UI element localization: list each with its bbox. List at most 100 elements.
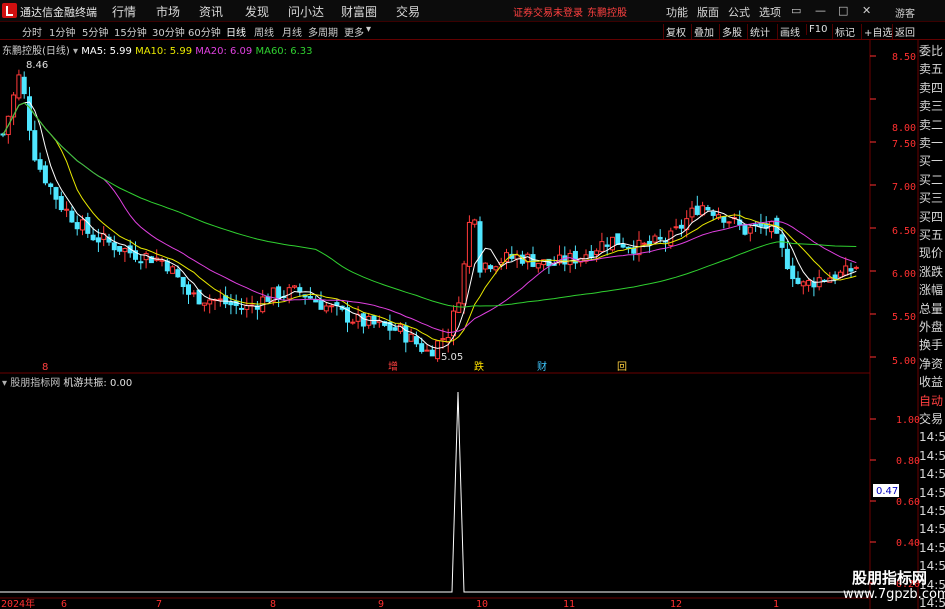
tool-function[interactable]: 功能 bbox=[666, 4, 688, 20]
candle-down bbox=[53, 187, 59, 200]
candle-down bbox=[795, 277, 801, 284]
candle-up bbox=[482, 262, 488, 270]
candle-down bbox=[694, 205, 700, 215]
tab-monthly[interactable]: 月线 bbox=[282, 24, 302, 39]
menu-item-trade[interactable]: 交易 bbox=[396, 3, 420, 20]
legend-settings-icon[interactable]: ▾ bbox=[73, 46, 78, 57]
tab-intraday[interactable]: 分时 bbox=[22, 24, 42, 39]
minimize-icon[interactable]: — bbox=[815, 4, 826, 17]
sub-chart-legend: ▾ 股朋指标网 机游共振: 0.00 bbox=[2, 374, 132, 389]
tab-60min[interactable]: 60分钟 bbox=[188, 24, 221, 39]
tool-mark[interactable]: 标记 bbox=[832, 24, 857, 39]
price-tick: 5.00 bbox=[892, 356, 916, 367]
candle-up bbox=[440, 338, 446, 341]
tool-statistics[interactable]: 统计 bbox=[747, 24, 772, 39]
candle-up bbox=[726, 221, 732, 224]
candle-down bbox=[615, 233, 621, 245]
menu-item-market[interactable]: 市场 bbox=[156, 3, 180, 20]
tab-multi-period[interactable]: 多周期 bbox=[308, 24, 338, 39]
event-marker-add[interactable]: 增 bbox=[388, 360, 398, 373]
sub-settings-icon[interactable]: ▾ bbox=[2, 378, 7, 389]
candle-up bbox=[424, 349, 430, 352]
candle-down bbox=[276, 286, 282, 300]
menu-item-wealth[interactable]: 财富圈 bbox=[341, 3, 377, 20]
tool-overlay[interactable]: 叠加 bbox=[691, 24, 716, 39]
quote-panel-item: 总量 bbox=[919, 301, 944, 316]
candle-up bbox=[191, 292, 197, 295]
high-price-label: 8.46 bbox=[26, 60, 48, 71]
candle-down bbox=[488, 265, 494, 270]
candle-up bbox=[843, 265, 849, 276]
ma60-line bbox=[2, 102, 857, 308]
candle-up bbox=[329, 305, 335, 308]
guest-user[interactable]: 游客 bbox=[895, 5, 915, 20]
tab-30min[interactable]: 30分钟 bbox=[152, 24, 185, 39]
candle-down bbox=[742, 224, 748, 235]
candle-down bbox=[477, 221, 483, 273]
watermark-url: www.7gpzb.com bbox=[843, 587, 945, 602]
candle-down bbox=[530, 254, 536, 267]
tab-daily[interactable]: 日线 bbox=[226, 24, 246, 39]
ma10-value: MA10: 5.99 bbox=[135, 46, 193, 57]
stock-name[interactable]: 东鹏控股(日线) bbox=[2, 46, 70, 57]
time-tick: 11 bbox=[563, 599, 575, 609]
tab-1min[interactable]: 1分钟 bbox=[49, 24, 75, 39]
candle-down bbox=[265, 296, 271, 302]
layout-icon[interactable]: ▭ bbox=[791, 4, 801, 17]
tab-15min[interactable]: 15分钟 bbox=[114, 24, 147, 39]
event-marker-drop[interactable]: 跌 bbox=[474, 360, 484, 373]
menu-item-quotes[interactable]: 行情 bbox=[112, 3, 136, 20]
tool-f10[interactable]: F10 bbox=[806, 24, 829, 35]
candle-down bbox=[58, 196, 64, 211]
candle-up bbox=[217, 298, 223, 301]
menu-item-ask[interactable]: 问小达 bbox=[288, 3, 324, 20]
candle-up bbox=[170, 266, 176, 274]
candle-up bbox=[292, 285, 297, 288]
tab-5min[interactable]: 5分钟 bbox=[82, 24, 108, 39]
tool-back[interactable]: 返回 bbox=[892, 24, 917, 39]
quote-panel-item: 卖三 bbox=[919, 99, 944, 114]
ma5-line bbox=[2, 101, 857, 349]
maximize-icon[interactable]: □ bbox=[838, 4, 848, 17]
more-dropdown-icon[interactable]: ▾ bbox=[366, 24, 371, 35]
candle-down bbox=[239, 307, 244, 310]
app-title: 通达信金融终端 bbox=[20, 6, 97, 19]
candle-up bbox=[853, 266, 859, 269]
tool-layout[interactable]: 版面 bbox=[697, 4, 719, 20]
main-chart-legend: 东鹏控股(日线) ▾ MA5: 5.99 MA10: 5.99 MA20: 6.… bbox=[2, 42, 312, 57]
menu-item-discover[interactable]: 发现 bbox=[245, 3, 269, 20]
candle-up bbox=[652, 235, 658, 243]
indicator-name[interactable]: 股朋指标网 bbox=[10, 378, 60, 389]
sub-tick: 0.40 bbox=[896, 538, 920, 549]
candle-down bbox=[790, 265, 796, 280]
trade-login-status[interactable]: 证券交易未登录 bbox=[513, 4, 583, 19]
tab-weekly[interactable]: 周线 bbox=[254, 24, 274, 39]
tool-options[interactable]: 选项 bbox=[759, 4, 781, 20]
candle-up bbox=[466, 221, 472, 267]
sub-tick: 0.80 bbox=[896, 456, 920, 467]
tool-add-favorite[interactable]: +自选 bbox=[861, 24, 894, 39]
time-tick: 12 bbox=[670, 599, 682, 609]
ma20-value: MA20: 6.09 bbox=[195, 46, 253, 57]
candle-down bbox=[318, 299, 324, 310]
indicator-line bbox=[0, 391, 870, 593]
chart-canvas[interactable]: 8.50 8.00 7.50 7.00 6.50 6.00 5.50 5.00 … bbox=[0, 40, 945, 609]
tool-draw-line[interactable]: 画线 bbox=[777, 24, 802, 39]
tool-formula[interactable]: 公式 bbox=[728, 4, 750, 20]
tab-more[interactable]: 更多 bbox=[344, 24, 364, 39]
candle-up bbox=[567, 253, 573, 266]
tool-multi-stock[interactable]: 多股 bbox=[719, 24, 744, 39]
candle-down bbox=[175, 269, 181, 278]
candle-up bbox=[493, 266, 499, 271]
event-marker-return[interactable]: 回 bbox=[617, 361, 627, 373]
price-tick: 6.50 bbox=[892, 226, 916, 237]
close-icon[interactable]: ✕ bbox=[862, 4, 871, 17]
tool-adjust-rights[interactable]: 复权 bbox=[663, 24, 688, 39]
quote-panel-item: 交易 bbox=[919, 412, 944, 426]
time-tick: 6 bbox=[61, 599, 67, 609]
candle-down bbox=[392, 327, 398, 331]
price-tick: 7.00 bbox=[892, 182, 916, 193]
quote-panel-item: 现价 bbox=[919, 246, 944, 261]
menu-item-news[interactable]: 资讯 bbox=[199, 3, 223, 20]
event-marker-finance[interactable]: 财 bbox=[537, 360, 547, 373]
